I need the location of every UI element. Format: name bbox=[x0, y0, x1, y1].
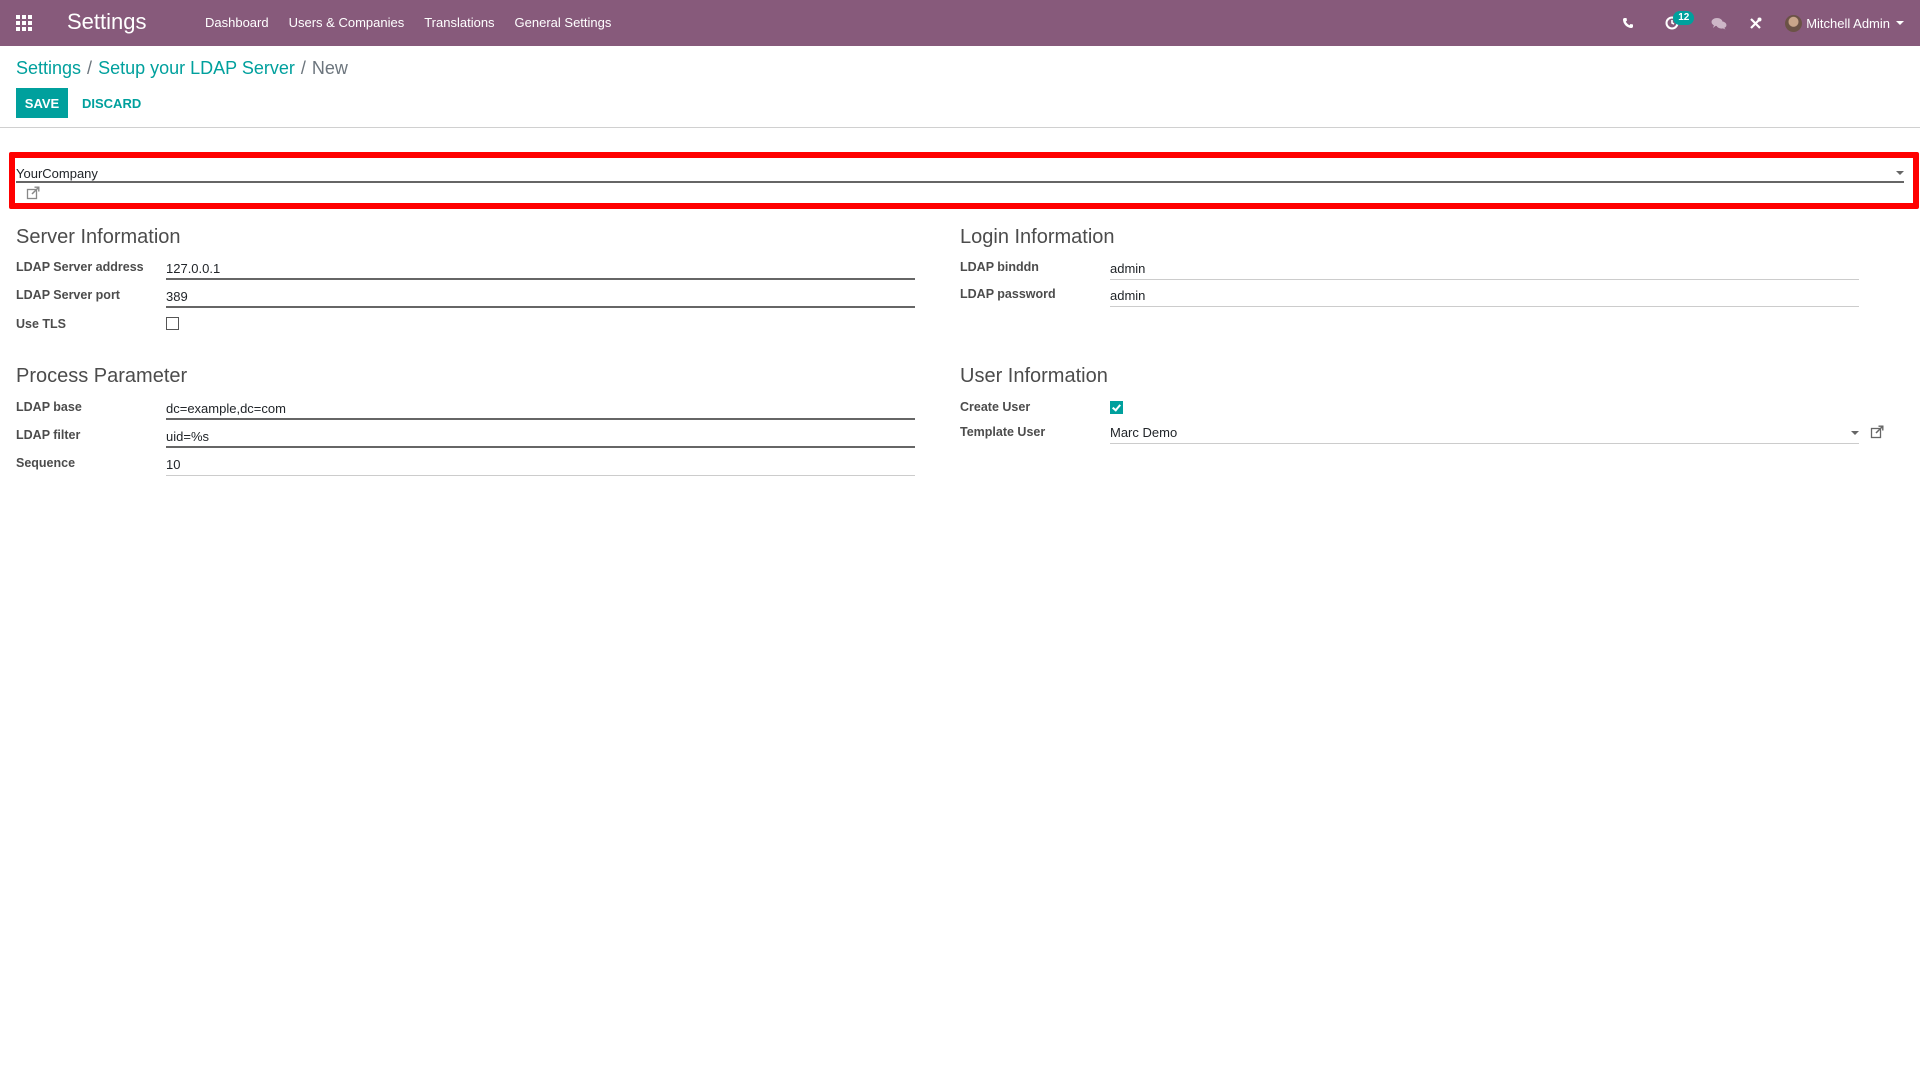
ldap-base-input[interactable]: dc=example,dc=com bbox=[166, 398, 915, 420]
debug-tools-icon[interactable] bbox=[1745, 0, 1765, 46]
template-user-select[interactable]: Marc Demo bbox=[1110, 422, 1859, 444]
label-ldap-password: LDAP password bbox=[960, 287, 1056, 301]
ldap-filter-value: uid=%s bbox=[166, 429, 209, 444]
use-tls-checkbox[interactable] bbox=[166, 317, 179, 330]
company-select[interactable]: YourCompany bbox=[16, 163, 1904, 183]
menu-item-general-settings[interactable]: General Settings bbox=[515, 15, 612, 30]
create-user-checkbox[interactable] bbox=[1110, 401, 1123, 414]
breadcrumb-ldap-server[interactable]: Setup your LDAP Server bbox=[98, 58, 295, 78]
label-template-user: Template User bbox=[960, 425, 1046, 439]
label-use-tls: Use TLS bbox=[16, 317, 67, 331]
breadcrumb-separator: / bbox=[87, 58, 93, 78]
ldap-server-port-value: 389 bbox=[166, 289, 188, 304]
label-ldap-server-port: LDAP Server port bbox=[16, 288, 120, 302]
ldap-binddn-input[interactable]: admin bbox=[1110, 258, 1859, 280]
ldap-base-value: dc=example,dc=com bbox=[166, 401, 286, 416]
discard-button[interactable]: Discard bbox=[78, 88, 145, 118]
breadcrumb-settings[interactable]: Settings bbox=[16, 58, 81, 78]
breadcrumb-separator: / bbox=[300, 58, 306, 78]
sequence-value: 10 bbox=[166, 457, 181, 472]
dropdown-caret-icon bbox=[1896, 171, 1904, 175]
ldap-binddn-value: admin bbox=[1110, 261, 1146, 276]
ldap-password-value: admin bbox=[1110, 288, 1146, 303]
menu-item-users-companies[interactable]: Users & Companies bbox=[289, 15, 405, 30]
chat-icon[interactable] bbox=[1709, 0, 1729, 46]
ldap-server-address-value: 127.0.0.1 bbox=[166, 261, 221, 276]
external-link-icon[interactable] bbox=[26, 186, 40, 200]
section-process-parameter: Process Parameter bbox=[16, 365, 188, 387]
ldap-server-port-input[interactable]: 389 bbox=[166, 286, 915, 308]
apps-grid-icon[interactable] bbox=[16, 15, 33, 31]
control-panel-divider bbox=[0, 127, 1920, 128]
company-value: YourCompany bbox=[16, 166, 98, 181]
activity-clock-icon[interactable]: 12 bbox=[1661, 0, 1695, 46]
user-menu[interactable]: Mitchell Admin bbox=[1785, 14, 1904, 32]
systray: 12 Mitchell Admin bbox=[1619, 0, 1920, 46]
breadcrumb-current: New bbox=[311, 58, 348, 78]
top-navbar: Settings Dashboard Users & Companies Tra… bbox=[0, 0, 1920, 46]
breadcrumb: Settings / Setup your LDAP Server / New bbox=[16, 58, 348, 79]
label-ldap-base: LDAP base bbox=[16, 400, 82, 414]
ldap-password-input[interactable]: admin bbox=[1110, 285, 1859, 307]
template-user-value: Marc Demo bbox=[1110, 425, 1178, 440]
phone-icon[interactable] bbox=[1619, 0, 1637, 46]
activity-count-badge: 12 bbox=[1673, 11, 1695, 25]
section-server-information: Server Information bbox=[16, 226, 181, 248]
menu-item-translations[interactable]: Translations bbox=[424, 15, 494, 30]
save-button[interactable]: Save bbox=[16, 88, 68, 118]
section-login-information: Login Information bbox=[960, 226, 1115, 248]
menu-item-dashboard[interactable]: Dashboard bbox=[205, 15, 269, 30]
label-sequence: Sequence bbox=[16, 456, 76, 470]
main-menu: Dashboard Users & Companies Translations… bbox=[205, 15, 631, 30]
label-ldap-binddn: LDAP binddn bbox=[960, 260, 1039, 274]
section-user-information: User Information bbox=[960, 365, 1108, 387]
label-create-user: Create User bbox=[960, 400, 1031, 414]
ldap-filter-input[interactable]: uid=%s bbox=[166, 426, 915, 448]
user-avatar bbox=[1785, 14, 1803, 32]
label-ldap-server-address: LDAP Server address bbox=[16, 260, 144, 274]
app-title[interactable]: Settings bbox=[67, 9, 147, 35]
ldap-server-address-input[interactable]: 127.0.0.1 bbox=[166, 258, 915, 280]
label-ldap-filter: LDAP filter bbox=[16, 428, 81, 442]
dropdown-caret-icon bbox=[1851, 431, 1859, 435]
sequence-input[interactable]: 10 bbox=[166, 454, 915, 476]
external-link-icon[interactable] bbox=[1870, 425, 1884, 439]
user-name: Mitchell Admin bbox=[1806, 15, 1890, 31]
chevron-down-icon bbox=[1896, 21, 1904, 25]
